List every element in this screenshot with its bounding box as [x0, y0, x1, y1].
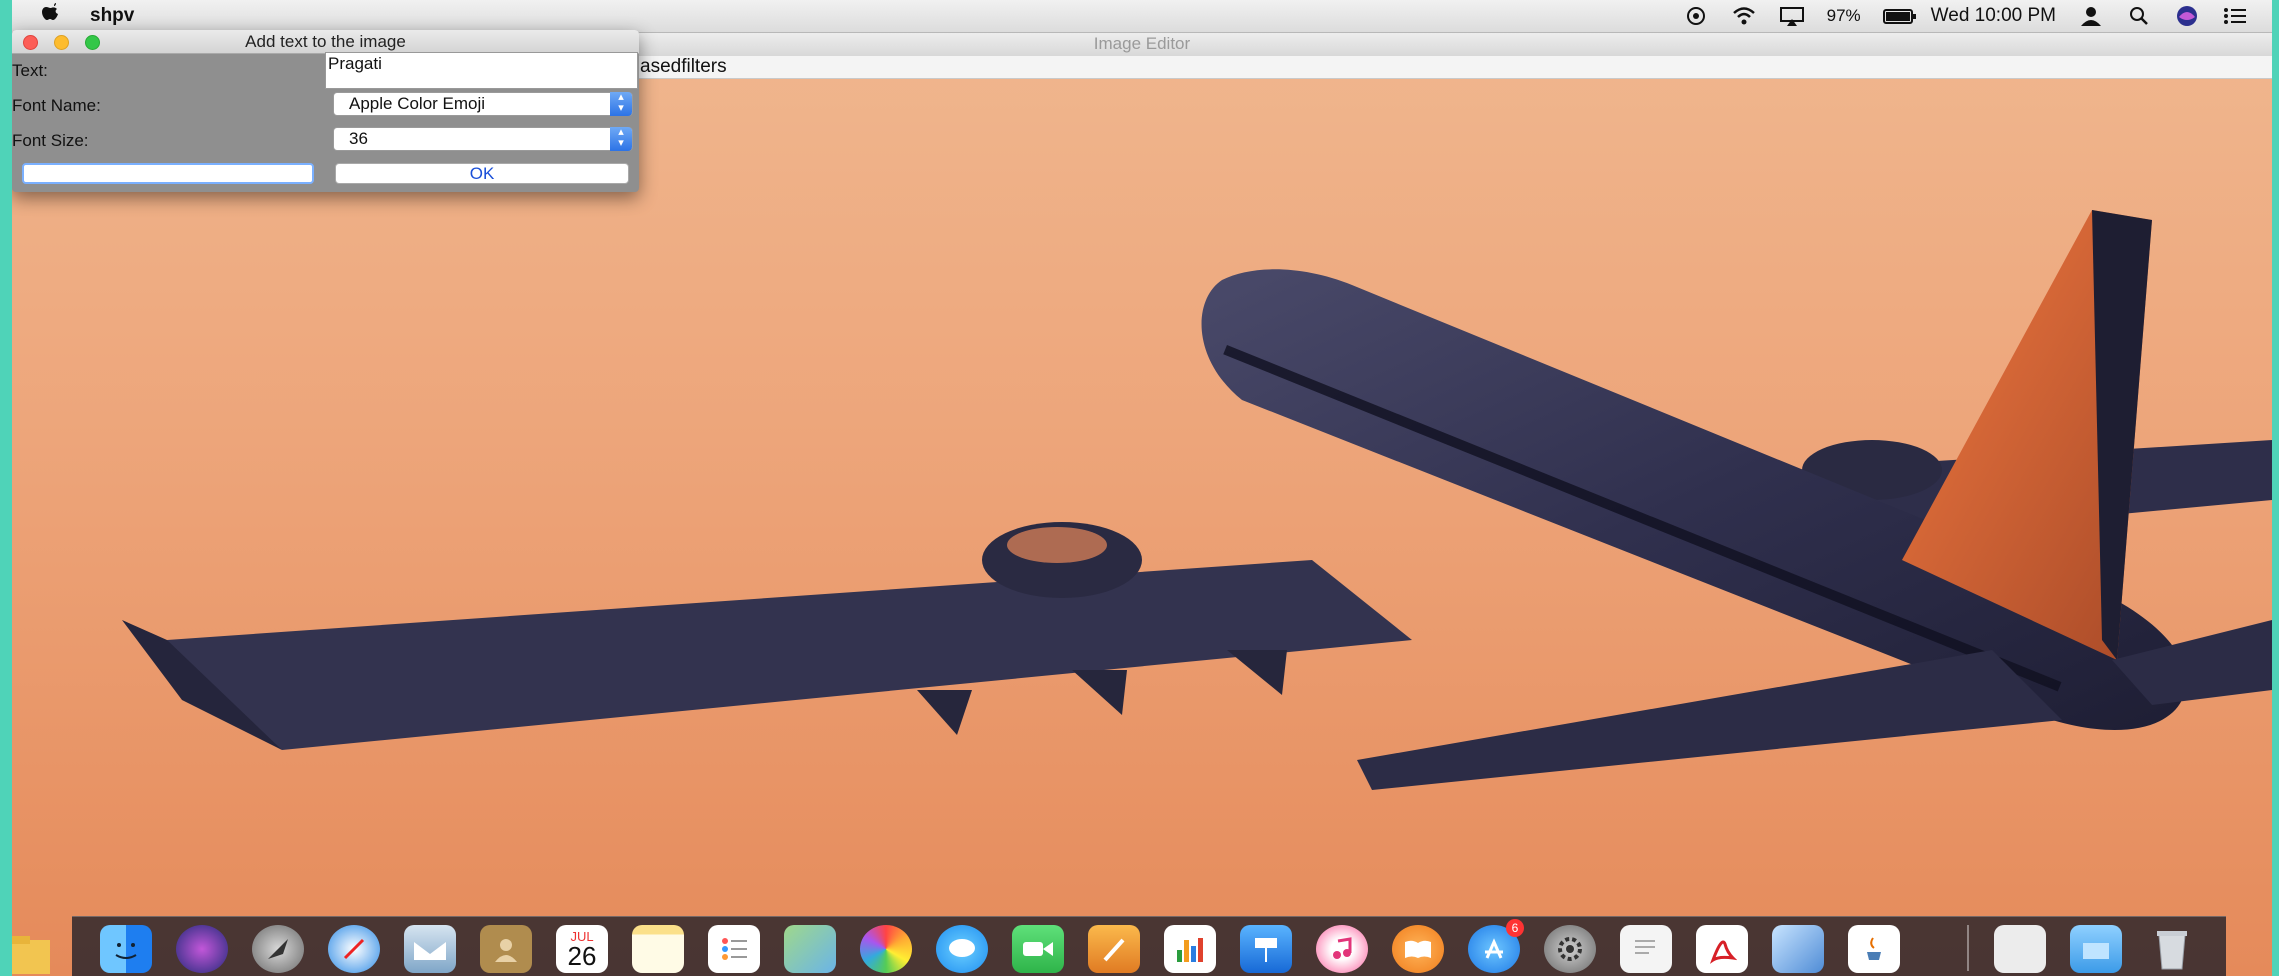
- notes-icon[interactable]: [632, 925, 684, 973]
- notification-center-icon[interactable]: [2222, 5, 2248, 27]
- menu-bar: shpv 97% Wed 10:00 PM: [12, 0, 2272, 33]
- siri-icon[interactable]: [176, 925, 228, 973]
- textedit-icon[interactable]: [1620, 925, 1672, 973]
- keynote-icon[interactable]: [1240, 925, 1292, 973]
- virtualbox-icon[interactable]: [1772, 925, 1824, 973]
- messages-icon[interactable]: [936, 925, 988, 973]
- safari-icon[interactable]: [328, 925, 380, 973]
- dialog-titlebar: Add text to the image: [12, 30, 639, 54]
- unlabeled-button[interactable]: [22, 163, 314, 184]
- battery-icon[interactable]: [1882, 5, 1916, 27]
- battery-percent: 97%: [1826, 6, 1861, 25]
- numbers-icon[interactable]: [1164, 925, 1216, 973]
- system-preferences-icon[interactable]: [1544, 925, 1596, 973]
- app-menu-name[interactable]: shpv: [90, 5, 134, 27]
- font-size-label: Font Size:: [12, 131, 89, 150]
- font-name-select[interactable]: Apple Color Emoji ▴ ▾: [333, 92, 633, 116]
- reminders-icon[interactable]: [708, 925, 760, 973]
- acrobat-icon[interactable]: [1696, 925, 1748, 973]
- photos-icon[interactable]: [860, 925, 912, 973]
- itunes-icon[interactable]: [1316, 925, 1368, 973]
- airplay-icon[interactable]: [1779, 5, 1805, 27]
- font-size-value: 36: [349, 129, 368, 148]
- ibooks-icon[interactable]: [1392, 925, 1444, 973]
- add-text-dialog: Add text to the image Text: Pragati Font…: [12, 30, 639, 192]
- java-icon[interactable]: [1848, 925, 1900, 973]
- chevron-updown-icon: ▴ ▾: [610, 127, 632, 151]
- spotlight-search-icon[interactable]: [2126, 5, 2152, 27]
- zoom-button[interactable]: [85, 35, 100, 50]
- app-store-icon[interactable]: 6: [1468, 919, 1524, 973]
- dock: JUL 26 6: [72, 916, 2226, 976]
- screen-mirror-icon[interactable]: [1683, 5, 1709, 27]
- launchpad-icon[interactable]: [252, 925, 304, 973]
- dock-separator: [1967, 925, 1969, 971]
- documents-icon[interactable]: [1994, 925, 2046, 973]
- user-icon[interactable]: [2078, 5, 2104, 27]
- desktop-folder-icon[interactable]: [12, 930, 52, 976]
- calendar-day: 26: [567, 940, 597, 971]
- clock[interactable]: Wed 10:00 PM: [1931, 5, 2056, 27]
- maps-icon[interactable]: [784, 925, 836, 973]
- trash-icon[interactable]: [2146, 925, 2198, 973]
- apple-logo-icon[interactable]: [42, 3, 60, 29]
- facetime-icon[interactable]: [1012, 925, 1064, 973]
- filters-menu[interactable]: asedfilters: [640, 56, 727, 78]
- wifi-icon[interactable]: [1731, 5, 1757, 27]
- calendar-icon[interactable]: JUL 26: [556, 925, 608, 973]
- mail-icon[interactable]: [404, 925, 456, 973]
- siri-icon[interactable]: [2174, 5, 2200, 27]
- text-input[interactable]: Pragati: [325, 52, 638, 89]
- minimize-button[interactable]: [54, 35, 69, 50]
- downloads-folder-icon[interactable]: [2070, 925, 2122, 973]
- font-name-value: Apple Color Emoji: [349, 94, 486, 113]
- contacts-icon[interactable]: [480, 925, 532, 973]
- ok-button[interactable]: OK: [335, 163, 629, 184]
- pages-icon[interactable]: [1088, 925, 1140, 973]
- close-button[interactable]: [23, 35, 38, 50]
- font-size-select[interactable]: 36 ▴ ▾: [333, 127, 633, 151]
- dialog-title: Add text to the image: [245, 32, 406, 51]
- font-name-label: Font Name:: [12, 96, 101, 115]
- desktop: Image Editor asedfilters shpv 97% Wed 10…: [12, 0, 2272, 976]
- chevron-updown-icon: ▴ ▾: [610, 92, 632, 116]
- finder-icon[interactable]: [100, 925, 152, 973]
- text-label: Text:: [12, 61, 48, 80]
- app-store-badge: 6: [1506, 919, 1524, 937]
